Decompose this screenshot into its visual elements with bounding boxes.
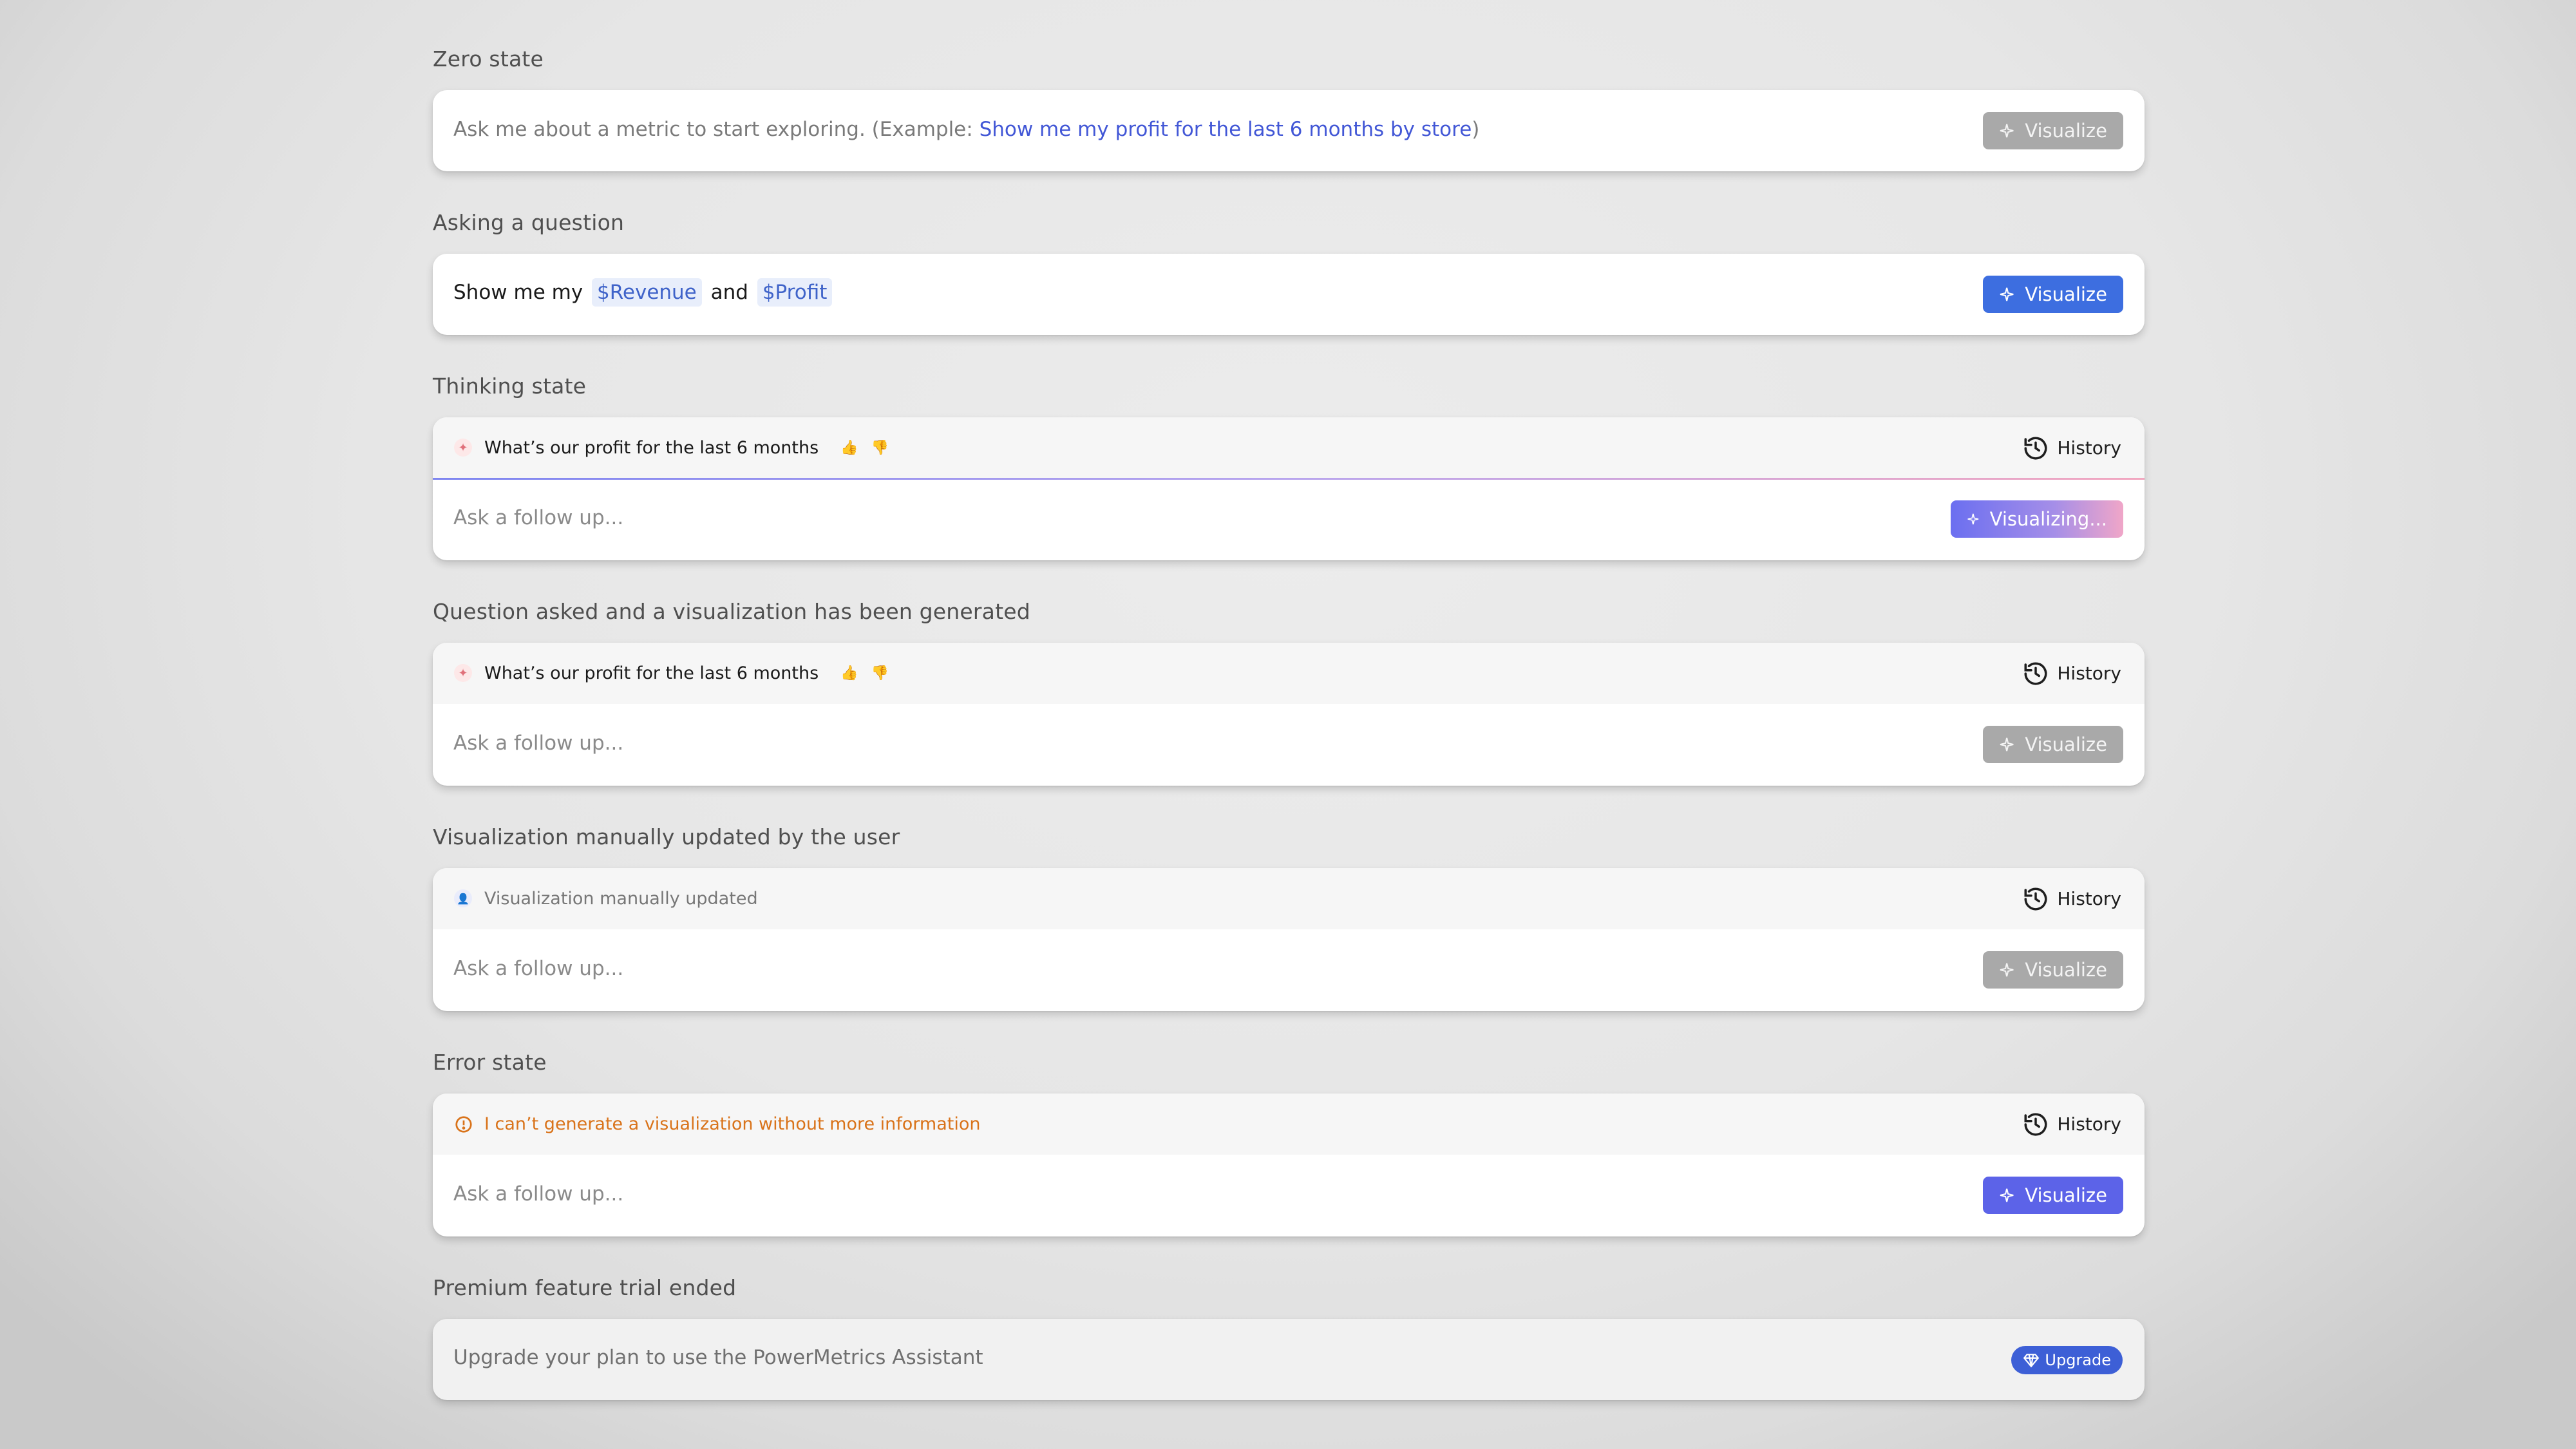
visualizing-button-label: Visualizing... xyxy=(1989,508,2107,530)
alert-circle-icon xyxy=(455,1116,472,1133)
history-button[interactable]: History xyxy=(2022,1094,2121,1155)
thumbs-up-icon[interactable]: 👍 xyxy=(840,440,858,456)
follow-up-input[interactable]: Ask a follow up... xyxy=(453,732,623,755)
status-bar: 👤 Visualization manually updated History xyxy=(433,868,2145,929)
history-label: History xyxy=(2057,888,2121,909)
section-label-generated: Question asked and a visualization has b… xyxy=(433,599,1030,624)
follow-up-input[interactable]: Ask a follow up... xyxy=(453,957,623,980)
zero-state-prefix-text: Ask me about a metric to start exploring… xyxy=(453,118,980,141)
follow-up-input[interactable]: Ask a follow up... xyxy=(453,506,623,529)
error-card: I can’t generate a visualization without… xyxy=(433,1094,2145,1236)
user-icon: 👤 xyxy=(454,889,472,907)
sparkle-icon xyxy=(2000,737,2014,752)
visualize-button-label: Visualize xyxy=(2025,283,2107,305)
section-label-thinking: Thinking state xyxy=(433,374,587,399)
zero-state-prompt[interactable]: Ask me about a metric to start exploring… xyxy=(453,118,1479,141)
history-icon xyxy=(2024,887,2047,910)
question-text: Show me my xyxy=(453,281,583,304)
section-label-zero-state: Zero state xyxy=(433,46,544,71)
visualize-button-label: Visualize xyxy=(2025,1184,2107,1206)
sparkle-icon xyxy=(1967,513,1979,525)
history-icon xyxy=(2024,437,2047,459)
visualize-button-label: Visualize xyxy=(2025,959,2107,981)
manual-card: 👤 Visualization manually updated History… xyxy=(433,868,2145,1011)
sparkle-icon xyxy=(2000,287,2014,301)
visualize-button[interactable]: Visualize xyxy=(1983,276,2123,313)
progress-divider xyxy=(433,478,2145,480)
visualize-button[interactable]: Visualize xyxy=(1983,726,2123,763)
history-label: History xyxy=(2057,437,2121,459)
history-button[interactable]: History xyxy=(2022,868,2121,929)
history-label: History xyxy=(2057,663,2121,684)
sparkle-icon: ✦ xyxy=(454,664,472,682)
follow-up-input[interactable]: Ask a follow up... xyxy=(453,1182,623,1206)
upgrade-button-label: Upgrade xyxy=(2045,1351,2111,1369)
section-label-asking: Asking a question xyxy=(433,210,625,235)
question-text: What’s our profit for the last 6 months xyxy=(484,663,819,683)
thinking-card: ✦ What’s our profit for the last 6 month… xyxy=(433,417,2145,560)
visualize-button-label: Visualize xyxy=(2025,120,2107,142)
question-bar: ✦ What’s our profit for the last 6 month… xyxy=(433,417,2145,478)
thumbs-down-icon[interactable]: 👎 xyxy=(871,440,889,456)
sparkle-icon xyxy=(2000,1188,2014,1202)
question-input[interactable]: Show me my $Revenue and $Profit xyxy=(453,278,835,307)
upgrade-button[interactable]: Upgrade xyxy=(2011,1346,2123,1374)
error-bar: I can’t generate a visualization without… xyxy=(433,1094,2145,1155)
sparkle-icon xyxy=(2000,124,2014,138)
status-text: Visualization manually updated xyxy=(484,889,758,909)
visualize-button[interactable]: Visualize xyxy=(1983,951,2123,989)
section-label-error: Error state xyxy=(433,1050,547,1075)
example-link[interactable]: Show me my profit for the last 6 months … xyxy=(980,118,1472,141)
thumbs-down-icon[interactable]: 👎 xyxy=(871,665,889,681)
metric-chip-revenue[interactable]: $Revenue xyxy=(592,278,702,307)
visualize-button-label: Visualize xyxy=(2025,734,2107,755)
question-bar: ✦ What’s our profit for the last 6 month… xyxy=(433,643,2145,704)
section-label-trial: Premium feature trial ended xyxy=(433,1275,737,1300)
trial-card: Upgrade your plan to use the PowerMetric… xyxy=(433,1319,2145,1400)
page: Zero state Ask me about a metric to star… xyxy=(0,0,2576,1449)
diamond-icon xyxy=(2023,1354,2040,1368)
sparkle-icon: ✦ xyxy=(454,439,472,457)
thumbs-up-icon[interactable]: 👍 xyxy=(840,665,858,681)
history-icon xyxy=(2024,662,2047,685)
question-text: What’s our profit for the last 6 months xyxy=(484,438,819,458)
visualizing-button[interactable]: Visualizing... xyxy=(1951,500,2123,538)
section-label-manual: Visualization manually updated by the us… xyxy=(433,824,900,849)
history-icon xyxy=(2024,1113,2047,1135)
history-label: History xyxy=(2057,1113,2121,1135)
history-button[interactable]: History xyxy=(2022,643,2121,704)
history-button[interactable]: History xyxy=(2022,417,2121,478)
visualize-button[interactable]: Visualize xyxy=(1983,1177,2123,1214)
sparkle-icon xyxy=(2000,963,2014,977)
error-message: I can’t generate a visualization without… xyxy=(484,1114,981,1134)
generated-card: ✦ What’s our profit for the last 6 month… xyxy=(433,643,2145,786)
zero-state-suffix-text: ) xyxy=(1472,118,1480,141)
asking-card: Show me my $Revenue and $Profit Visualiz… xyxy=(433,254,2145,335)
metric-chip-profit[interactable]: $Profit xyxy=(757,278,833,307)
zero-state-card: Ask me about a metric to start exploring… xyxy=(433,90,2145,171)
upgrade-message: Upgrade your plan to use the PowerMetric… xyxy=(453,1346,983,1369)
visualize-button[interactable]: Visualize xyxy=(1983,112,2123,149)
question-text: and xyxy=(710,281,748,304)
